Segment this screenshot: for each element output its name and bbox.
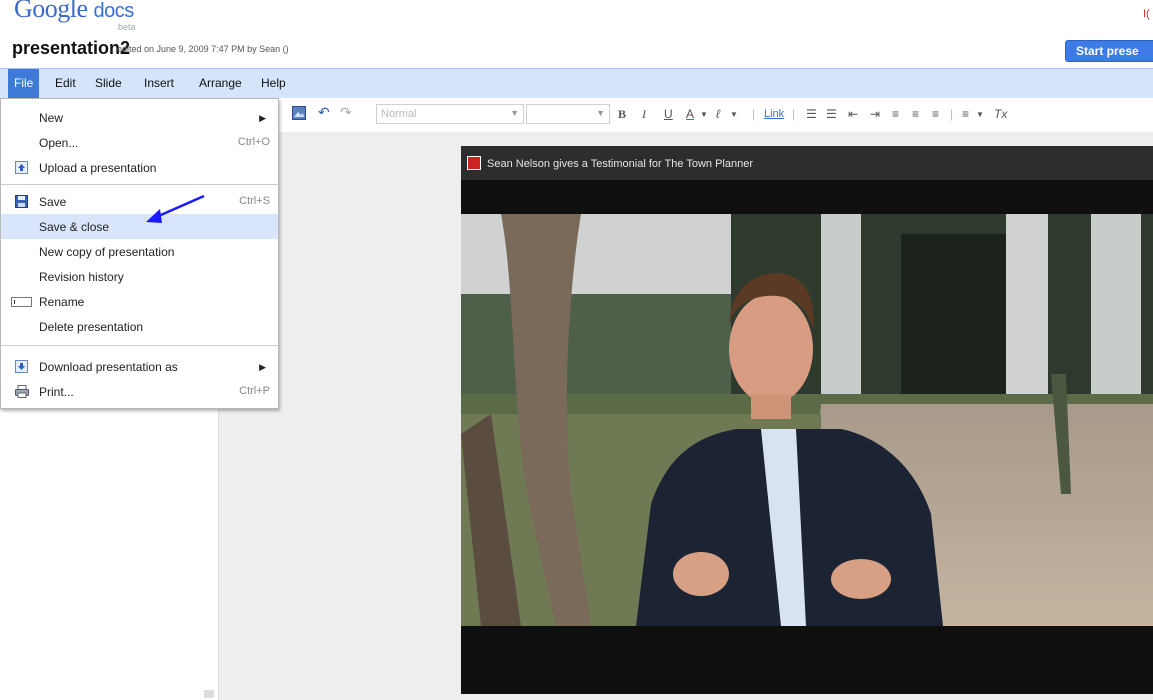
logo-google: Google bbox=[14, 0, 88, 23]
menu-arrange[interactable]: Arrange bbox=[199, 76, 242, 90]
highlight-color-icon[interactable]: ℓ bbox=[716, 107, 720, 121]
style-select[interactable]: Normal ▼ bbox=[376, 104, 524, 124]
link-button[interactable]: Link bbox=[764, 108, 784, 120]
submenu-arrow-icon: ▶ bbox=[259, 113, 266, 123]
menu-help[interactable]: Help bbox=[261, 76, 286, 90]
decrease-indent-icon[interactable]: ⇤ bbox=[848, 107, 858, 121]
menu-file[interactable]: File bbox=[8, 69, 40, 98]
menu-item-label: Save bbox=[39, 195, 67, 209]
menu-slide[interactable]: Slide bbox=[95, 76, 122, 90]
font-size-select[interactable]: ▼ bbox=[526, 104, 610, 124]
file-menu-dropdown: New ▶ Open... Ctrl+O Upload a presentati… bbox=[0, 98, 279, 409]
embedded-video[interactable]: Sean Nelson gives a Testimonial for The … bbox=[461, 146, 1153, 694]
toolbar-divider: | bbox=[950, 107, 954, 121]
menu-item-label: Rename bbox=[39, 295, 85, 309]
menu-separator bbox=[1, 184, 278, 185]
menu-item-shortcut: Ctrl+P bbox=[239, 385, 270, 397]
italic-button[interactable]: I bbox=[642, 107, 646, 122]
save-disk-icon bbox=[15, 195, 29, 208]
chevron-down-icon: ▼ bbox=[510, 108, 519, 118]
rename-icon bbox=[11, 295, 33, 308]
menu-item-shortcut: Ctrl+O bbox=[237, 136, 270, 148]
video-frame[interactable] bbox=[461, 214, 1153, 626]
video-still-image bbox=[461, 214, 1153, 626]
increase-indent-icon[interactable]: ⇥ bbox=[870, 107, 880, 121]
menu-item-label: Save & close bbox=[39, 220, 110, 234]
menu-item-label: Print... bbox=[39, 385, 74, 399]
menu-item-new[interactable]: New ▶ bbox=[1, 105, 278, 130]
submenu-arrow-icon: ▶ bbox=[259, 362, 266, 372]
top-right-link[interactable]: I( bbox=[1143, 8, 1150, 20]
printer-icon bbox=[15, 385, 29, 398]
bold-button[interactable]: B bbox=[618, 107, 626, 122]
bullet-list-icon[interactable]: ☰ bbox=[826, 107, 837, 121]
toolbar-divider: | bbox=[752, 107, 756, 121]
start-presentation-button[interactable]: Start prese bbox=[1065, 40, 1153, 62]
video-title-bar: Sean Nelson gives a Testimonial for The … bbox=[461, 146, 1153, 180]
menu-item-open[interactable]: Open... Ctrl+O bbox=[1, 130, 278, 155]
numbered-list-icon[interactable]: ☰ bbox=[806, 107, 817, 121]
logo-docs: docs bbox=[93, 0, 135, 22]
text-color-button[interactable]: A bbox=[686, 107, 694, 121]
menu-insert[interactable]: Insert bbox=[144, 76, 174, 90]
menu-item-label: Download presentation as bbox=[39, 360, 178, 374]
menu-item-upload[interactable]: Upload a presentation bbox=[1, 155, 278, 180]
style-select-value: Normal bbox=[381, 108, 417, 120]
insert-image-icon[interactable] bbox=[292, 106, 306, 123]
beta-label: beta bbox=[118, 22, 136, 32]
toolbar-divider: | bbox=[792, 107, 796, 121]
clear-format-button[interactable]: Tx bbox=[994, 107, 1007, 121]
align-center-icon[interactable]: ≡ bbox=[912, 107, 919, 121]
line-spacing-icon[interactable]: ≡ bbox=[962, 107, 969, 121]
undo-icon[interactable]: ↶ bbox=[318, 104, 330, 121]
chevron-down-icon[interactable]: ▼ bbox=[976, 110, 984, 119]
menu-item-label: New copy of presentation bbox=[39, 245, 175, 259]
align-left-icon[interactable]: ≡ bbox=[892, 107, 899, 121]
document-title[interactable]: presentation2 bbox=[12, 38, 130, 59]
redo-icon[interactable]: ↷ bbox=[340, 104, 352, 121]
header: Google docs beta I( presentation2 edited … bbox=[0, 0, 1153, 68]
menu-item-label: Revision history bbox=[39, 270, 124, 284]
menu-item-shortcut: Ctrl+S bbox=[239, 195, 270, 207]
edited-info: edited on June 9, 2009 7:47 PM by Sean (… bbox=[117, 44, 289, 54]
menu-separator bbox=[1, 345, 278, 346]
menu-item-label: Delete presentation bbox=[39, 320, 144, 334]
menu-item-new-copy[interactable]: New copy of presentation bbox=[1, 239, 278, 264]
chevron-down-icon[interactable]: ▼ bbox=[700, 110, 708, 119]
menu-item-rename[interactable]: Rename bbox=[1, 289, 278, 314]
menu-item-label: Upload a presentation bbox=[39, 161, 157, 175]
google-docs-logo[interactable]: Google docs bbox=[14, 0, 134, 24]
align-right-icon[interactable]: ≡ bbox=[932, 107, 939, 121]
chevron-down-icon[interactable]: ▼ bbox=[730, 110, 738, 119]
menu-item-print[interactable]: Print... Ctrl+P bbox=[1, 379, 278, 404]
menu-item-revision-history[interactable]: Revision history bbox=[1, 264, 278, 289]
menu-edit[interactable]: Edit bbox=[55, 76, 76, 90]
download-icon bbox=[15, 360, 29, 373]
menu-item-label: Open... bbox=[39, 136, 79, 150]
chevron-down-icon: ▼ bbox=[596, 108, 605, 118]
video-icon bbox=[467, 156, 481, 170]
scrollbar-grip[interactable] bbox=[204, 690, 214, 698]
video-title[interactable]: Sean Nelson gives a Testimonial for The … bbox=[487, 158, 753, 170]
menu-item-delete[interactable]: Delete presentation bbox=[1, 314, 278, 339]
annotation-arrow-icon bbox=[146, 194, 205, 223]
upload-icon bbox=[15, 161, 29, 174]
menu-item-download[interactable]: Download presentation as ▶ bbox=[1, 354, 278, 379]
underline-button[interactable]: U bbox=[664, 107, 673, 121]
menubar: File Edit Slide Insert Arrange Help bbox=[0, 68, 1153, 98]
menu-item-label: New bbox=[39, 111, 64, 125]
